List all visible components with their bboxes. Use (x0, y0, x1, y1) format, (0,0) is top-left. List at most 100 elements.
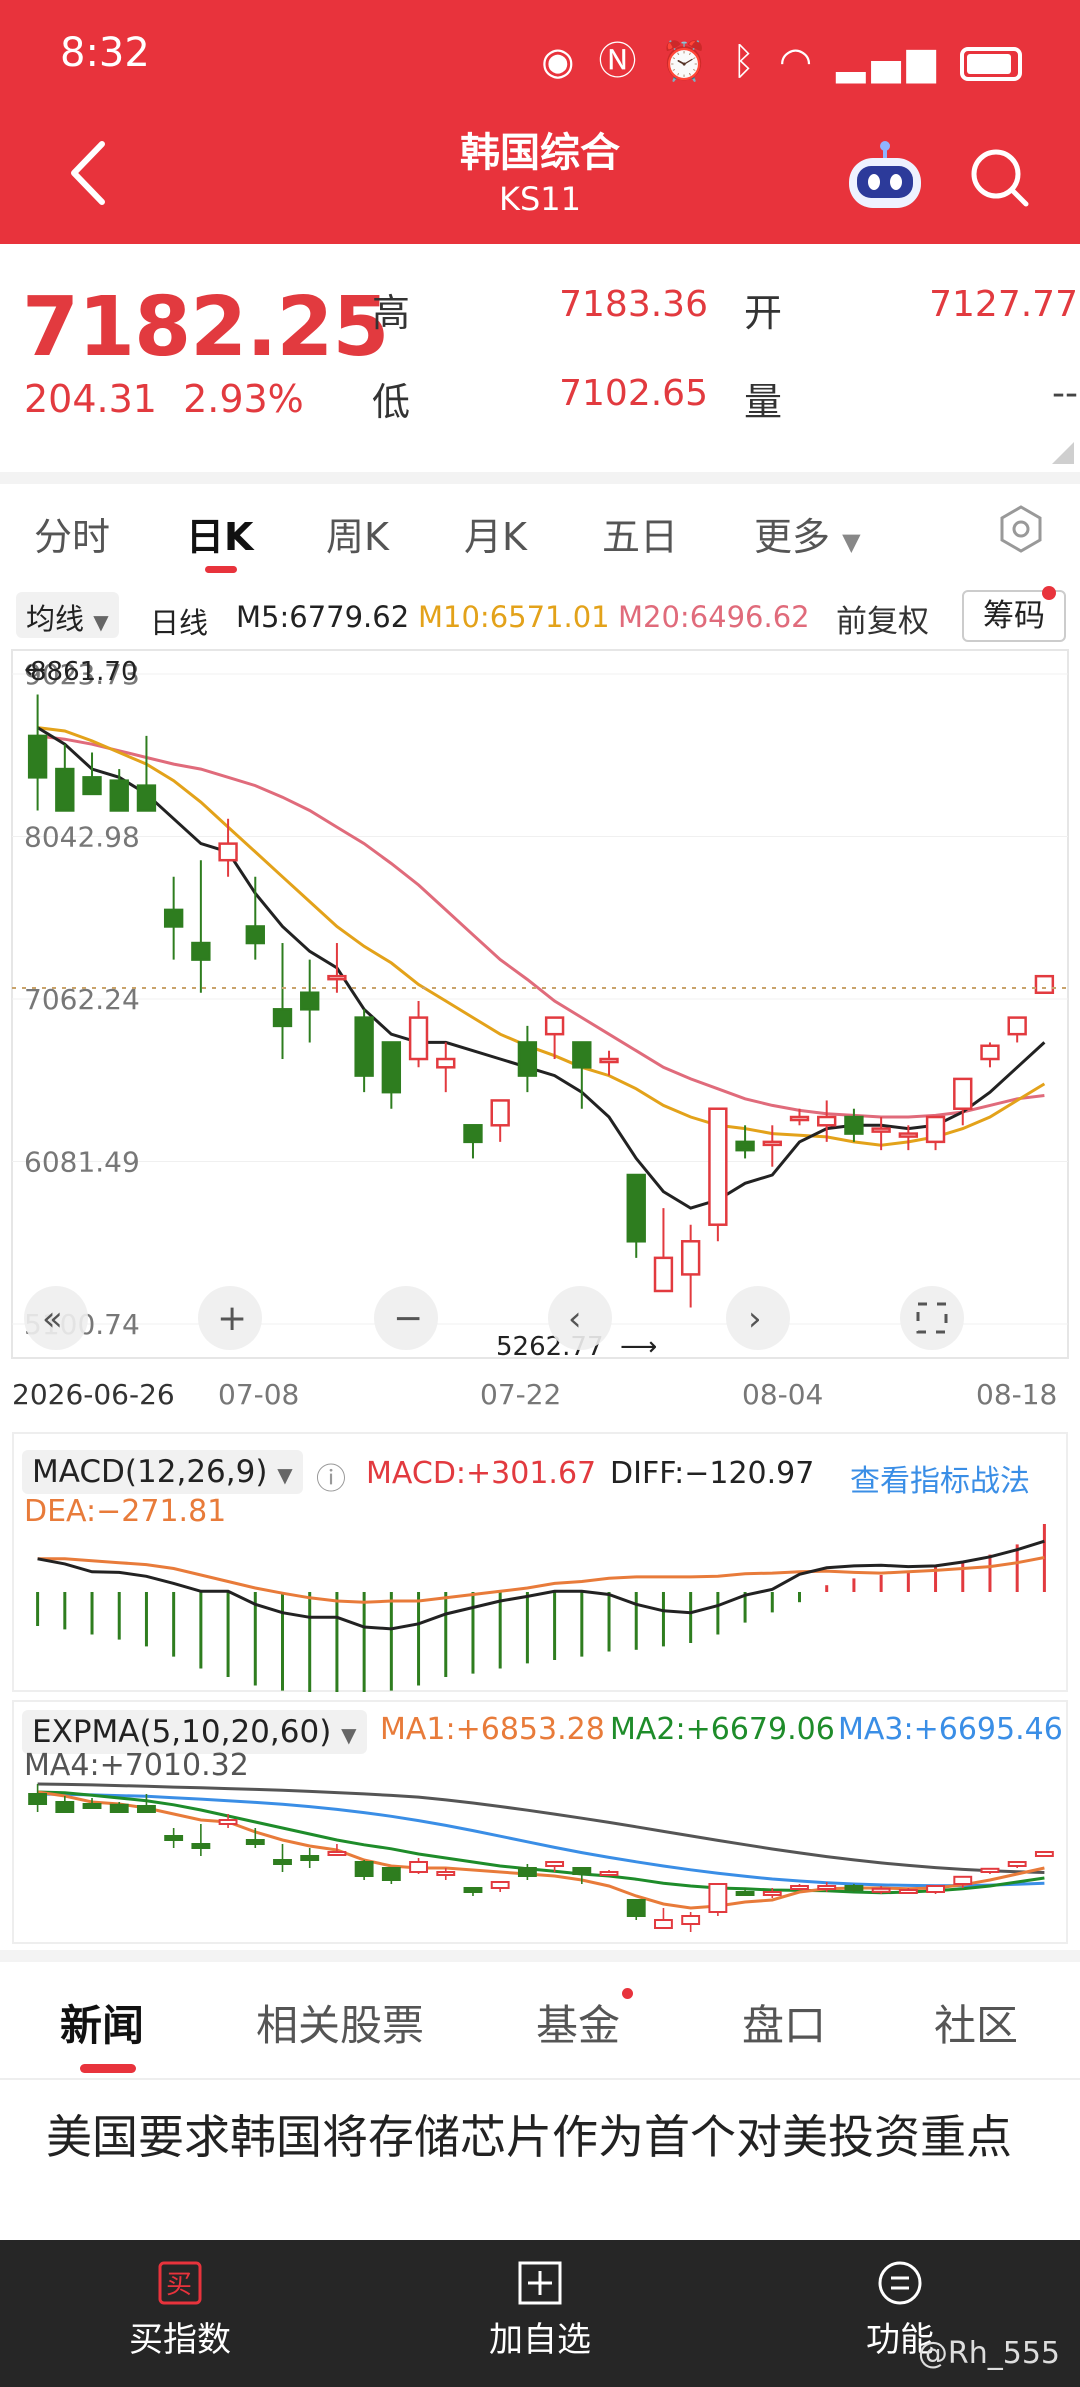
candle-body (708, 1107, 728, 1226)
svg-text:«: « (42, 1299, 63, 1339)
candle-body (245, 925, 265, 945)
candle-body (762, 1891, 782, 1896)
candle-body (28, 1793, 48, 1805)
expand-corner-icon[interactable] (1052, 442, 1074, 464)
x-axis-label: 08-18 (976, 1378, 1057, 1408)
watermark: @Rh_555 (917, 2336, 1060, 2371)
candle-body (871, 1127, 891, 1133)
forward-adjust[interactable]: 前复权 (836, 596, 929, 641)
tab-monthly-k[interactable]: 月K (464, 506, 527, 561)
zoom-out-button[interactable]: − (374, 1286, 438, 1350)
min-arrow: ⟶ (620, 1332, 657, 1362)
news-tab-underline (80, 2064, 136, 2073)
candle-body (163, 908, 184, 928)
x-axis-label: 2026-06-26 (12, 1378, 175, 1408)
status-bar: 8:32 ◉ Ⓝ ⏰ ᛒ ◠ ▂▄▆ (0, 0, 1080, 105)
price-change: 204.31 2.93% (24, 377, 304, 421)
caret-down-icon: ▼ (93, 610, 109, 634)
news-headline[interactable]: 美国要求韩国将存储芯片作为首个对美投资重点 (46, 2104, 1036, 2170)
candle-body (817, 1115, 837, 1127)
menu-circle-icon (878, 2261, 922, 2305)
candle-body (136, 784, 157, 812)
candlestick-chart[interactable]: 9023.738042.987062.246081.495100.74 8861… (0, 648, 1080, 1408)
tab-minute[interactable]: 分时 (34, 506, 110, 561)
candle-body (735, 1891, 755, 1896)
tab-order-book[interactable]: 盘口 (742, 1992, 826, 2053)
candle-body (681, 1915, 701, 1925)
tab-more[interactable]: 更多 ▼ (754, 506, 861, 561)
ma10-value: M10:6571.01 (418, 600, 610, 634)
high-value: 7183.36 (559, 284, 708, 325)
zoom-in-button[interactable]: + (198, 1286, 262, 1350)
candle-body (790, 1885, 809, 1890)
ma20-value: M20:6496.62 (618, 600, 810, 634)
news-tabs: 新闻 相关股票 基金 盘口 社区 (0, 1962, 1080, 2080)
candle-body (599, 1057, 619, 1064)
chips-button[interactable]: 筹码 (962, 586, 1066, 642)
scroll-left-button[interactable]: « (24, 1286, 88, 1350)
candle-body (82, 776, 102, 796)
candle-body (354, 1861, 374, 1877)
candle-body (381, 1867, 401, 1881)
candle-body (762, 1140, 782, 1147)
settings-icon[interactable] (996, 504, 1046, 554)
search-button[interactable] (968, 146, 1032, 210)
candle-body (545, 1861, 565, 1867)
tab-news[interactable]: 新闻 (60, 1992, 144, 2053)
candle-body (953, 1875, 973, 1886)
candle-body (871, 1887, 891, 1893)
change-percent: 2.93% (183, 377, 304, 421)
buy-icon: 买 (158, 2261, 202, 2305)
tab-community[interactable]: 社区 (934, 1992, 1018, 2053)
candle-body (1007, 1016, 1027, 1036)
buy-index-button[interactable]: 买 买指数 (80, 2260, 280, 2361)
candle-body (27, 734, 48, 779)
expma-chart (28, 1782, 1054, 1932)
prev-button[interactable]: ‹ (548, 1286, 612, 1350)
expma-ma1-line (37, 1790, 1045, 1910)
bottom-action-bar: 买 买指数 加自选 功能 @Rh_555 (0, 2240, 1080, 2387)
tab-weekly-k[interactable]: 周K (326, 506, 389, 561)
candle-body (517, 1867, 537, 1877)
candle-body (191, 941, 211, 961)
candle-body (327, 1851, 347, 1856)
alarm-icon: ⏰ (660, 39, 714, 83)
section-divider (0, 472, 1080, 484)
candle-body (245, 1839, 265, 1845)
svg-text:买: 买 (166, 2270, 192, 2300)
fullscreen-button[interactable] (900, 1286, 964, 1350)
tab-five-day[interactable]: 五日 (602, 506, 678, 561)
wifi-icon: ◠ (778, 39, 819, 83)
ma-select-label: 均线 (26, 602, 85, 636)
high-label: 高 (372, 291, 411, 335)
candle-body (218, 1819, 238, 1825)
low-label: 低 (372, 380, 411, 424)
add-watchlist-button[interactable]: 加自选 (440, 2260, 640, 2361)
ma5-line (36, 726, 1046, 1210)
next-button[interactable]: › (726, 1286, 790, 1350)
ma-select[interactable]: 均线 ▼ (16, 592, 119, 638)
robot-assistant-icon[interactable] (845, 140, 925, 212)
candle-body (817, 1885, 837, 1890)
chips-label: 筹码 (983, 598, 1045, 634)
tab-related-stocks[interactable]: 相关股票 (256, 1992, 424, 2053)
ma5-value: M5:6779.62 (236, 600, 410, 634)
y-axis-label: 6081.49 (24, 1145, 140, 1178)
tab-daily-k[interactable]: 日K (186, 506, 253, 561)
ma10-line (37, 726, 1046, 1147)
candle-body (626, 1899, 646, 1917)
candle-body (463, 1887, 483, 1893)
candle-body (300, 1855, 320, 1861)
tab-funds[interactable]: 基金 (536, 1992, 620, 2053)
volume-label: 量 (744, 380, 783, 424)
candle-body (436, 1871, 456, 1876)
candle-body (708, 1883, 728, 1913)
candle-body (654, 1919, 673, 1929)
candle-body (544, 1016, 565, 1036)
battery-icon (960, 46, 1022, 81)
candle-body (953, 1077, 973, 1110)
candle-body (409, 1861, 428, 1873)
candle-body (137, 1805, 156, 1813)
candle-body (55, 767, 75, 812)
candle-body (1007, 1861, 1027, 1867)
